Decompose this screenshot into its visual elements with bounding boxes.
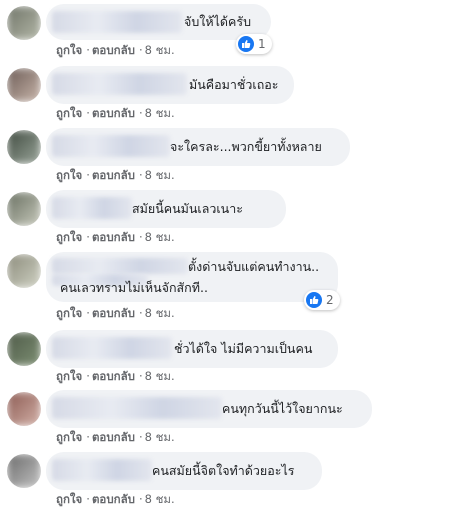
comment-actions: ถูกใจ · ตอบกลับ · 8 ชม. <box>56 168 175 182</box>
reply-link[interactable]: ตอบกลับ <box>92 430 135 444</box>
comment-actions: ถูกใจ · ตอบกลับ · 8 ชม. <box>56 106 175 120</box>
comment-actions: ถูกใจ · ตอบกลับ · 8 ชม. <box>56 230 175 244</box>
comment-actions: ถูกใจ · ตอบกลับ · 8 ชม. <box>56 492 175 506</box>
reply-link[interactable]: ตอบกลับ <box>92 168 135 182</box>
like-link[interactable]: ถูกใจ <box>56 369 82 383</box>
comment-actions: ถูกใจ · ตอบกลับ · 8 ชม. <box>56 369 175 383</box>
avatar[interactable] <box>7 192 41 226</box>
author-name-blurred[interactable] <box>52 337 172 359</box>
comment: คนสมัยนี้จิตใจทำด้วยอะไร ถูกใจ · ตอบกลับ · 8… <box>0 448 460 510</box>
avatar[interactable] <box>7 332 41 366</box>
reply-link[interactable]: ตอบกลับ <box>92 369 135 383</box>
timestamp[interactable]: 8 ชม. <box>145 230 175 244</box>
reply-link[interactable]: ตอบกลับ <box>92 230 135 244</box>
comment-actions: ถูกใจ · ตอบกลับ · 8 ชม. <box>56 430 175 444</box>
timestamp[interactable]: 8 ชม. <box>145 106 175 120</box>
comment-text: จับให้ได้ครับ <box>184 14 252 29</box>
like-link[interactable]: ถูกใจ <box>56 43 82 57</box>
author-name-blurred[interactable] <box>52 459 152 481</box>
reaction-summary[interactable]: 1 <box>236 34 272 54</box>
like-link[interactable]: ถูกใจ <box>56 306 82 320</box>
like-link[interactable]: ถูกใจ <box>56 106 82 120</box>
like-link[interactable]: ถูกใจ <box>56 230 82 244</box>
author-name-blurred[interactable] <box>52 258 188 274</box>
timestamp[interactable]: 8 ชม. <box>145 492 175 506</box>
avatar[interactable] <box>7 130 41 164</box>
comment-bubble: ตั้งด่านจับแต่คนทำงาน.. คนเลวทรามไม่เห็น… <box>46 252 338 302</box>
reply-link[interactable]: ตอบกลับ <box>92 43 135 57</box>
comment: สมัยนี้คนมันเลวเนาะ ถูกใจ · ตอบกลับ · 8 ชม. <box>0 186 460 248</box>
like-icon <box>306 292 322 308</box>
timestamp[interactable]: 8 ชม. <box>145 43 175 57</box>
reaction-count: 1 <box>258 37 266 51</box>
avatar[interactable] <box>7 392 41 426</box>
avatar[interactable] <box>7 454 41 488</box>
comment: จะใครละ...พวกขี้ยาทั้งหลาย ถูกใจ · ตอบกลับ… <box>0 124 460 186</box>
author-name-blurred[interactable] <box>52 397 222 419</box>
comment-bubble: ชั่วได้ใจ ไม่มีความเป็นคน <box>46 330 338 368</box>
reaction-summary[interactable]: 2 <box>304 290 340 310</box>
comment-text: ตั้งด่านจับแต่คนทำงาน.. <box>188 259 320 274</box>
comment-bubble: จับให้ได้ครับ <box>46 4 271 40</box>
reaction-count: 2 <box>326 293 334 307</box>
timestamp[interactable]: 8 ชม. <box>145 168 175 182</box>
comment-bubble: มันคือมาชั่วเถอะ <box>46 66 294 104</box>
comment-bubble: จะใครละ...พวกขี้ยาทั้งหลาย <box>46 128 350 166</box>
comment-text: สมัยนี้คนมันเลวเนาะ <box>132 201 243 216</box>
comment-text: มันคือมาชั่วเถอะ <box>189 77 279 92</box>
comment-actions: ถูกใจ · ตอบกลับ · 8 ชม. <box>56 43 175 57</box>
comment: จับให้ได้ครับ 1 ถูกใจ · ตอบกลับ · 8 ชม. <box>0 0 460 62</box>
like-link[interactable]: ถูกใจ <box>56 492 82 506</box>
timestamp[interactable]: 8 ชม. <box>145 369 175 383</box>
reply-link[interactable]: ตอบกลับ <box>92 492 135 506</box>
avatar[interactable] <box>7 254 41 288</box>
author-name-blurred[interactable] <box>52 73 187 95</box>
comment-text: คนทุกวันนี้ไว้ใจยากนะ <box>222 401 343 416</box>
comment: ชั่วได้ใจ ไม่มีความเป็นคน ถูกใจ · ตอบกลับ ·… <box>0 326 460 388</box>
comment-text: จะใครละ...พวกขี้ยาทั้งหลาย <box>170 139 322 154</box>
comment: มันคือมาชั่วเถอะ ถูกใจ · ตอบกลับ · 8 ชม. <box>0 62 460 124</box>
comment-bubble: คนทุกวันนี้ไว้ใจยากนะ <box>46 390 372 428</box>
author-name-blurred[interactable] <box>52 197 132 219</box>
comment-bubble: สมัยนี้คนมันเลวเนาะ <box>46 190 286 228</box>
timestamp[interactable]: 8 ชม. <box>145 306 175 320</box>
comment-bubble: คนสมัยนี้จิตใจทำด้วยอะไร <box>46 452 322 490</box>
comment-text: คนเลวทรามไม่เห็นจักสักที.. <box>60 280 208 295</box>
author-name-blurred[interactable] <box>52 11 182 33</box>
avatar[interactable] <box>7 68 41 102</box>
like-link[interactable]: ถูกใจ <box>56 168 82 182</box>
reply-link[interactable]: ตอบกลับ <box>92 106 135 120</box>
like-link[interactable]: ถูกใจ <box>56 430 82 444</box>
comment-actions: ถูกใจ · ตอบกลับ · 8 ชม. <box>56 306 175 320</box>
author-name-blurred[interactable] <box>52 135 170 157</box>
comment: คนทุกวันนี้ไว้ใจยากนะ ถูกใจ · ตอบกลับ · 8 ชม… <box>0 386 460 448</box>
avatar[interactable] <box>7 6 41 40</box>
like-icon <box>238 36 254 52</box>
reply-link[interactable]: ตอบกลับ <box>92 306 135 320</box>
comment: ตั้งด่านจับแต่คนทำงาน.. คนเลวทรามไม่เห็น… <box>0 248 460 326</box>
comment-text: คนสมัยนี้จิตใจทำด้วยอะไร <box>152 463 295 478</box>
comment-text: ชั่วได้ใจ ไม่มีความเป็นคน <box>174 341 313 356</box>
timestamp[interactable]: 8 ชม. <box>145 430 175 444</box>
